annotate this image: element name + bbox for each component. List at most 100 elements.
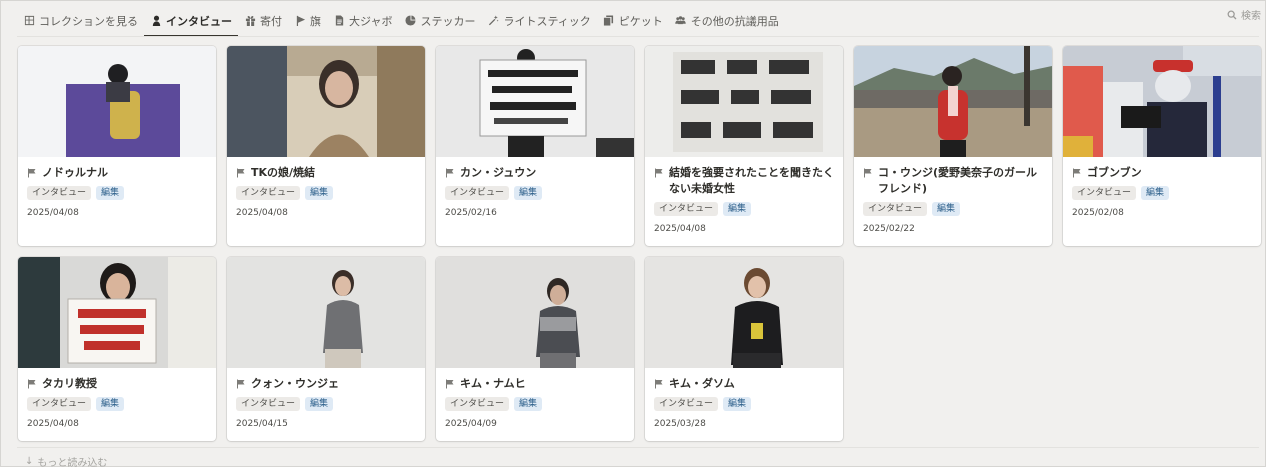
gift-icon — [244, 15, 256, 27]
flag-icon — [864, 168, 872, 178]
flag-icon — [28, 168, 36, 178]
flag-icon — [1073, 168, 1081, 178]
tag-interview: インタビュー — [654, 397, 719, 411]
tag-edit: 編集 — [514, 397, 543, 411]
tab-collection[interactable]: コレクションを見る — [17, 7, 144, 34]
tab-flag[interactable]: 旗 — [288, 7, 327, 34]
tab-big-banner[interactable]: 大ジャボ — [327, 7, 398, 34]
card-cover-image — [436, 257, 634, 368]
tab-label: 旗 — [310, 14, 321, 28]
gallery-card[interactable]: クォン・ウンジェ インタビュー 編集 2025/04/15 — [227, 257, 425, 441]
card-cover-image — [18, 46, 216, 157]
tag-interview: インタビュー — [27, 186, 92, 200]
tab-label: ライトスティック — [503, 14, 591, 28]
gallery-card[interactable]: コ・ウンジ(愛野美奈子のガールフレンド) インタビュー 編集 2025/02/22 — [854, 46, 1052, 246]
tag-interview: インタビュー — [236, 186, 301, 200]
card-date: 2025/02/22 — [863, 224, 915, 234]
arrow-down-icon: ↓ — [25, 456, 34, 467]
card-cover-image — [854, 46, 1052, 157]
tag-interview: インタビュー — [863, 202, 928, 216]
tab-sticker[interactable]: ステッカー — [398, 7, 481, 34]
card-title: ノドゥルナル — [27, 165, 207, 181]
wand-icon — [487, 15, 499, 27]
card-title: ゴブンブン — [1072, 165, 1252, 181]
table-icon — [23, 15, 35, 27]
tab-interview[interactable]: インタビュー — [144, 7, 238, 37]
load-more-label: もっと読み込む — [37, 458, 108, 467]
tab-label: コレクションを見る — [39, 14, 138, 28]
copy-icon — [603, 15, 615, 27]
tag-edit: 編集 — [305, 186, 334, 200]
tab-picket[interactable]: ピケット — [597, 7, 669, 34]
app-window: コレクションを見る インタビュー 寄付 旗 大ジャボ ステッカー ライトスティッ… — [0, 0, 1266, 467]
search-button[interactable]: 検索 — [1227, 7, 1261, 22]
tab-donation[interactable]: 寄付 — [238, 7, 288, 34]
card-title: カン・ジュウン — [445, 165, 625, 181]
card-date: 2025/04/08 — [27, 419, 79, 429]
tag-edit: 編集 — [96, 397, 125, 411]
flag-icon — [446, 379, 454, 389]
card-date: 2025/04/08 — [236, 208, 288, 218]
tab-label: ステッカー — [420, 14, 476, 28]
gallery-card[interactable]: TKの娘/焼結 インタビュー 編集 2025/04/08 — [227, 46, 425, 246]
card-cover-image — [227, 46, 425, 157]
tag-interview: インタビュー — [236, 397, 301, 411]
tab-label: 寄付 — [260, 14, 282, 28]
card-title: コ・ウンジ(愛野美奈子のガールフレンド) — [863, 165, 1043, 197]
card-cover-image — [18, 257, 216, 368]
search-label: 検索 — [1241, 11, 1261, 22]
load-more-button[interactable]: ↓ もっと読み込む — [25, 454, 107, 467]
search-icon — [1227, 10, 1237, 19]
card-date: 2025/03/28 — [654, 419, 706, 429]
view-tabs: コレクションを見る インタビュー 寄付 旗 大ジャボ ステッカー ライトスティッ… — [17, 7, 1261, 37]
card-date: 2025/04/09 — [445, 419, 497, 429]
flag-icon — [655, 379, 663, 389]
tab-label: 大ジャボ — [349, 14, 393, 28]
gallery-card[interactable]: 結婚を強要されたことを聞きたくない未婚女性 インタビュー 編集 2025/04/0… — [645, 46, 843, 246]
tag-interview: インタビュー — [27, 397, 92, 411]
tabbar-divider — [17, 36, 1259, 37]
gallery-card[interactable]: キム・ダソム インタビュー 編集 2025/03/28 — [645, 257, 843, 441]
card-title: TKの娘/焼結 — [236, 165, 416, 181]
flag-icon — [28, 379, 36, 389]
tag-edit: 編集 — [723, 202, 752, 216]
card-date: 2025/02/16 — [445, 208, 497, 218]
tab-label: その他の抗議用品 — [690, 14, 779, 28]
tab-label: ピケット — [618, 14, 663, 28]
gallery-bottom-divider — [17, 447, 1259, 448]
card-title: クォン・ウンジェ — [236, 376, 416, 392]
card-cover-image — [1063, 46, 1261, 157]
card-cover-image — [645, 46, 843, 157]
gallery-card[interactable]: タカリ教授 インタビュー 編集 2025/04/08 — [18, 257, 216, 441]
card-cover-image — [645, 257, 843, 368]
tag-interview: インタビュー — [654, 202, 719, 216]
tag-interview: インタビュー — [1072, 186, 1137, 200]
tab-label: インタビュー — [166, 14, 232, 28]
card-date: 2025/04/08 — [654, 224, 706, 234]
gallery-card[interactable]: ゴブンブン インタビュー 編集 2025/02/08 — [1063, 46, 1261, 246]
person-icon — [150, 15, 162, 27]
card-date: 2025/04/15 — [236, 419, 288, 429]
gallery-card[interactable]: キム・ナムヒ インタビュー 編集 2025/04/09 — [436, 257, 634, 441]
tag-edit: 編集 — [723, 397, 752, 411]
flag-icon — [446, 168, 454, 178]
card-cover-image — [436, 46, 634, 157]
tab-other-protest-goods[interactable]: その他の抗議用品 — [669, 7, 785, 34]
tag-interview: インタビュー — [445, 186, 510, 200]
tab-light-stick[interactable]: ライトスティック — [481, 7, 596, 34]
tag-edit: 編集 — [932, 202, 961, 216]
card-title: 結婚を強要されたことを聞きたくない未婚女性 — [654, 165, 834, 197]
card-date: 2025/04/08 — [27, 208, 79, 218]
tag-edit: 編集 — [1141, 186, 1170, 200]
tag-edit: 編集 — [305, 397, 334, 411]
tag-edit: 編集 — [96, 186, 125, 200]
card-title: キム・ナムヒ — [445, 376, 625, 392]
card-title: タカリ教授 — [27, 376, 207, 392]
card-cover-image — [227, 257, 425, 368]
flag-icon — [237, 168, 245, 178]
gallery-card[interactable]: ノドゥルナル インタビュー 編集 2025/04/08 — [18, 46, 216, 246]
document-icon — [333, 15, 345, 27]
gallery-card[interactable]: カン・ジュウン インタビュー 編集 2025/02/16 — [436, 46, 634, 246]
people-icon — [675, 15, 687, 27]
card-date: 2025/02/08 — [1072, 208, 1124, 218]
